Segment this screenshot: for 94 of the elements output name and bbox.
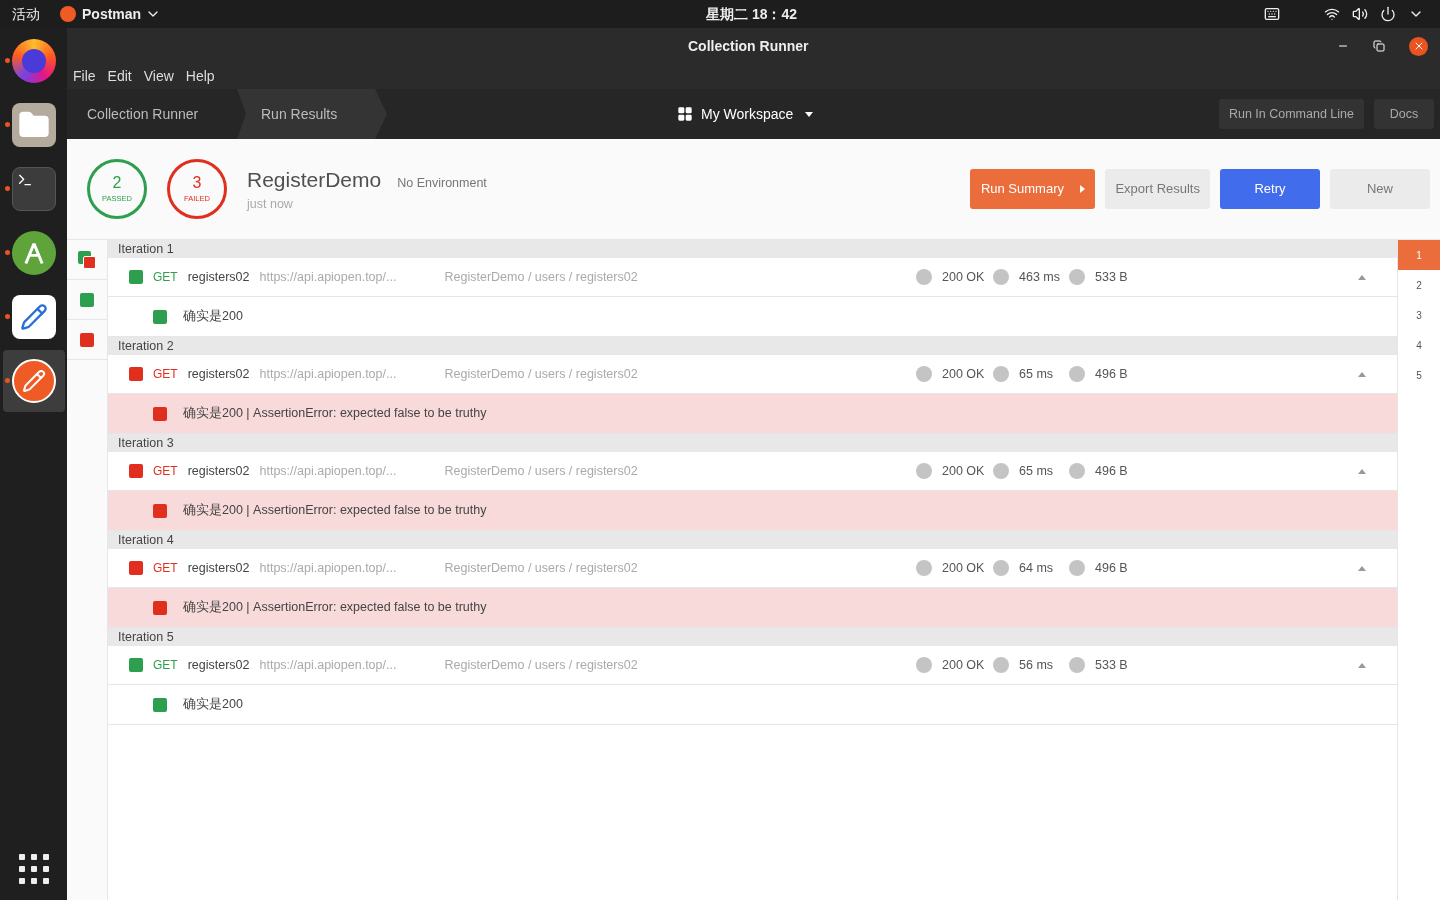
response-status: 200 OK bbox=[942, 268, 986, 286]
request-name: registers02 bbox=[187, 462, 250, 480]
close-button[interactable] bbox=[1409, 36, 1428, 56]
response-size: 496 B bbox=[1095, 365, 1129, 383]
run-time: just now bbox=[247, 196, 294, 214]
request-method: GET bbox=[153, 269, 178, 286]
caret-icon bbox=[1358, 662, 1366, 668]
workspace-dropdown[interactable]: My Workspace bbox=[677, 103, 814, 125]
text-editor-icon[interactable] bbox=[11, 295, 56, 339]
response-status: 200 OK bbox=[942, 365, 986, 383]
request-path: RegisterDemo / users / registers02 bbox=[444, 559, 638, 577]
restore-icon[interactable] bbox=[1373, 40, 1385, 52]
request-path: RegisterDemo / users / registers02 bbox=[444, 268, 638, 286]
request-url: https://api.apiopen.top/... bbox=[259, 462, 398, 480]
failed-filter-icon[interactable] bbox=[80, 332, 94, 347]
iteration-header: Iteration 4 bbox=[108, 531, 1397, 549]
response-size: 533 B bbox=[1095, 268, 1129, 286]
collection-name: RegisterDemo bbox=[247, 166, 382, 193]
response-status: 200 OK bbox=[942, 559, 986, 577]
menu-item[interactable]: View bbox=[143, 66, 174, 87]
action-button[interactable]: Export Results bbox=[1105, 169, 1210, 209]
request-method: GET bbox=[153, 366, 178, 383]
caret-icon bbox=[805, 111, 814, 117]
keyboard-icon[interactable] bbox=[1264, 6, 1280, 22]
menu-item[interactable]: Edit bbox=[107, 66, 132, 87]
request-name: registers02 bbox=[187, 268, 250, 286]
window-title: Collection Runner bbox=[688, 36, 809, 56]
activities-button[interactable]: 活动 bbox=[12, 3, 40, 25]
breadcrumb-tab[interactable]: Run Results bbox=[237, 89, 387, 139]
iteration-page[interactable]: 5 bbox=[1398, 360, 1440, 390]
volume-icon[interactable] bbox=[1352, 6, 1368, 22]
failed-count: 3 bbox=[192, 173, 202, 194]
mixed-status-icon[interactable] bbox=[78, 250, 96, 269]
request-url: https://api.apiopen.top/... bbox=[259, 656, 398, 674]
android-compass-icon[interactable] bbox=[11, 231, 56, 275]
request-path: RegisterDemo / users / registers02 bbox=[444, 365, 638, 383]
passed-count: 2 bbox=[112, 173, 122, 194]
request-method: GET bbox=[153, 657, 178, 674]
environment-label: No Environment bbox=[397, 174, 487, 192]
app-logo-icon bbox=[60, 6, 76, 22]
menu-item[interactable]: Help bbox=[185, 66, 215, 87]
grid-icon bbox=[677, 106, 693, 122]
dock-item[interactable] bbox=[2, 350, 65, 412]
response-status: 200 OK bbox=[942, 656, 986, 674]
response-size: 533 B bbox=[1095, 656, 1129, 674]
test-result-text: 确实是200 | AssertionError: expected false to be truthy bbox=[183, 405, 487, 423]
toolbar-button[interactable]: Docs bbox=[1374, 99, 1434, 129]
toolbar-button[interactable]: Run In Command Line bbox=[1218, 99, 1364, 129]
request-name: registers02 bbox=[187, 365, 250, 383]
response-size: 496 B bbox=[1095, 559, 1129, 577]
response-time: 56 ms bbox=[1019, 656, 1055, 674]
clock[interactable]: 星期二 18：42 bbox=[706, 3, 798, 25]
request-name: registers02 bbox=[187, 559, 250, 577]
menu-item[interactable]: File bbox=[73, 66, 96, 87]
browser-icon[interactable] bbox=[11, 39, 56, 83]
iteration-header: Iteration 1 bbox=[108, 240, 1397, 258]
app-menu[interactable]: Postman bbox=[82, 3, 142, 25]
action-button[interactable]: New bbox=[1330, 169, 1430, 209]
test-result-text: 确实是200 | AssertionError: expected false to be truthy bbox=[183, 502, 487, 520]
app-grid-icon[interactable] bbox=[18, 854, 49, 884]
iteration-page[interactable]: 2 bbox=[1398, 270, 1440, 300]
wifi-icon[interactable] bbox=[1324, 6, 1340, 22]
caret-icon bbox=[1358, 468, 1366, 474]
response-time: 65 ms bbox=[1019, 462, 1055, 480]
caret-icon bbox=[1358, 274, 1366, 280]
request-method: GET bbox=[153, 463, 178, 480]
request-url: https://api.apiopen.top/... bbox=[259, 268, 398, 286]
test-result-text: 确实是200 bbox=[183, 696, 243, 714]
request-name: registers02 bbox=[187, 656, 250, 674]
retry-button[interactable]: Retry bbox=[1220, 169, 1320, 209]
response-size: 496 B bbox=[1095, 462, 1129, 480]
test-result-text: 确实是200 bbox=[183, 308, 243, 326]
response-status: 200 OK bbox=[942, 462, 986, 480]
request-url: https://api.apiopen.top/... bbox=[259, 559, 398, 577]
response-time: 65 ms bbox=[1019, 365, 1055, 383]
caret-icon bbox=[1358, 371, 1366, 377]
test-result-text: 确实是200 | AssertionError: expected false to be truthy bbox=[183, 599, 487, 617]
iteration-page[interactable]: 3 bbox=[1398, 300, 1440, 330]
request-path: RegisterDemo / users / registers02 bbox=[444, 656, 638, 674]
caret-icon bbox=[1358, 565, 1366, 571]
iteration-header: Iteration 3 bbox=[108, 434, 1397, 452]
request-method: GET bbox=[153, 560, 178, 577]
request-url: https://api.apiopen.top/... bbox=[259, 365, 398, 383]
iteration-header: Iteration 2 bbox=[108, 337, 1397, 355]
iteration-page[interactable]: 4 bbox=[1398, 330, 1440, 360]
breadcrumb-tab[interactable]: Collection Runner bbox=[67, 89, 237, 139]
folder-icon[interactable] bbox=[11, 103, 56, 147]
caret-icon bbox=[1080, 185, 1085, 193]
response-time: 463 ms bbox=[1019, 268, 1061, 286]
response-time: 64 ms bbox=[1019, 559, 1055, 577]
request-path: RegisterDemo / users / registers02 bbox=[444, 462, 638, 480]
passed-filter-icon[interactable] bbox=[80, 292, 94, 307]
iteration-header: Iteration 5 bbox=[108, 628, 1397, 646]
power-icon[interactable] bbox=[1380, 6, 1396, 22]
